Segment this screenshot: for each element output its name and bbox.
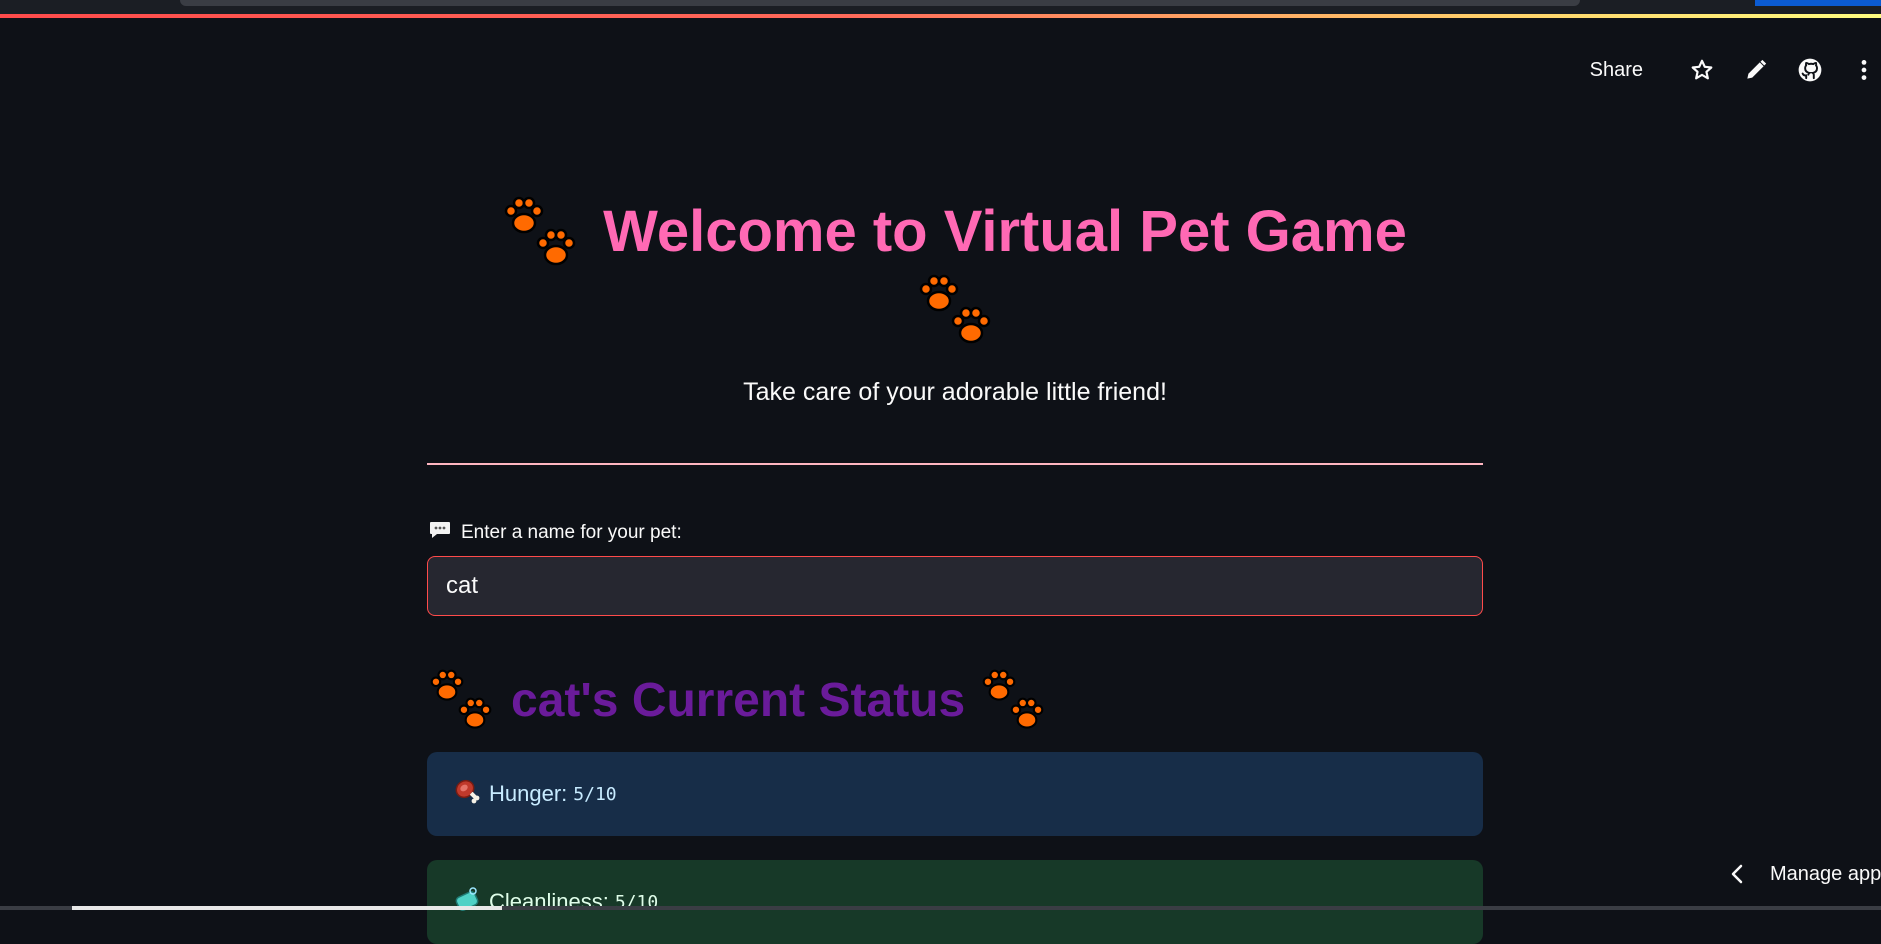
decoration-bar (0, 14, 1881, 18)
hunger-value: 5/10 (573, 783, 617, 805)
paw-prints-icon (503, 196, 577, 268)
pet-name-input[interactable] (427, 556, 1483, 616)
divider (427, 463, 1483, 465)
status-heading: cat's Current Status (429, 660, 1047, 740)
status-heading-text: cat's Current Status (511, 673, 966, 727)
horizontal-scrollbar[interactable] (72, 906, 502, 910)
github-icon[interactable] (1793, 53, 1827, 87)
page-subtitle: Take care of your adorable little friend… (743, 378, 1167, 406)
page-title: Welcome to Virtual Pet Game (427, 192, 1483, 346)
star-icon[interactable] (1685, 53, 1719, 87)
browser-button-edge (1755, 0, 1881, 6)
manage-app-button[interactable]: Manage app (1730, 857, 1881, 891)
share-button[interactable]: Share (1590, 59, 1643, 82)
title-row-2 (427, 274, 1483, 346)
cleanliness-label: Cleanliness: (489, 889, 609, 914)
manage-app-label: Manage app (1770, 862, 1881, 885)
meat-icon (453, 777, 481, 811)
pet-name-label-text: Enter a name for your pet: (461, 522, 682, 543)
pet-name-label: Enter a name for your pet: (429, 520, 682, 546)
pencil-icon[interactable] (1739, 53, 1773, 87)
browser-address-bar-edge (180, 0, 1580, 6)
app-toolbar: Share (1590, 52, 1881, 88)
paw-prints-icon (981, 669, 1047, 731)
hunger-status-card: Hunger: 5/10 (427, 752, 1483, 836)
soap-icon (453, 885, 481, 919)
hunger-label: Hunger: (489, 781, 568, 806)
title-row: Welcome to Virtual Pet Game (427, 192, 1483, 272)
cleanliness-status-card: Cleanliness: 5/10 (427, 860, 1483, 944)
paw-prints-icon (429, 669, 495, 731)
speech-bubble-icon (429, 520, 451, 546)
more-vert-icon[interactable] (1847, 53, 1881, 87)
title-text: Welcome to Virtual Pet Game (603, 199, 1407, 264)
paw-prints-icon (918, 274, 992, 346)
chevron-left-icon (1731, 864, 1743, 884)
